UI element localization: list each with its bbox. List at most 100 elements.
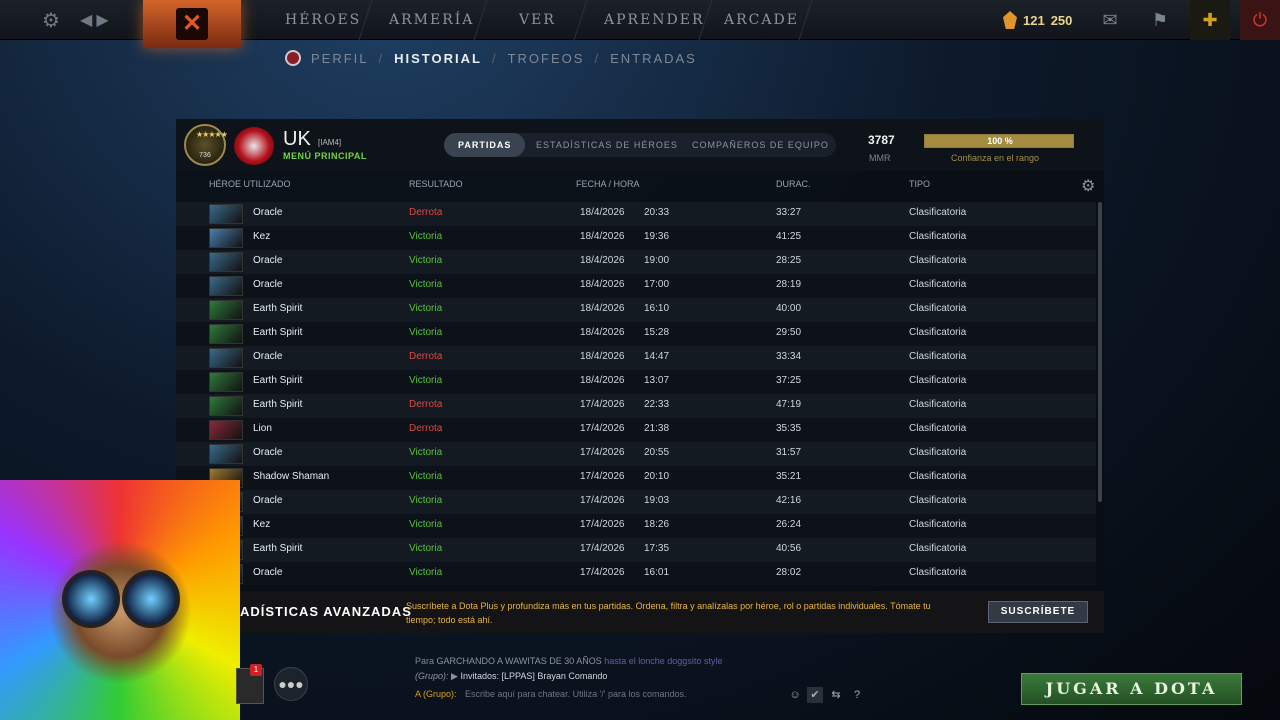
- mail-icon[interactable]: ✉: [1090, 0, 1130, 40]
- match-time: 20:33: [644, 207, 670, 218]
- match-row[interactable]: Earth Spirit Victoria 18/4/2026 13:07 37:25 C…: [176, 370, 1096, 394]
- match-row[interactable]: Oracle Derrota 18/4/2026 14:47 33:34 Clasific…: [176, 346, 1096, 370]
- match-row[interactable]: Oracle Victoria 17/4/2026 19:03 42:16 Clasifi…: [176, 490, 1096, 514]
- match-duration: 40:00: [776, 303, 802, 314]
- match-row[interactable]: Kez Victoria 18/4/2026 19:36 41:25 Clasificat…: [176, 226, 1096, 250]
- forward-arrow-icon[interactable]: ▶: [96, 12, 112, 29]
- chat-input-placeholder[interactable]: Escribe aquí para chatear. Utiliza '/' p…: [465, 689, 687, 699]
- team-logo[interactable]: [234, 127, 274, 165]
- match-row[interactable]: Earth Spirit Derrota 17/4/2026 22:33 47:19 Cl…: [176, 394, 1096, 418]
- confidence-text: 100 %: [987, 136, 1013, 146]
- tab-matches[interactable]: PARTIDAS: [444, 133, 526, 157]
- nav-heroes[interactable]: HÉROES: [285, 0, 361, 40]
- match-time: 15:28: [644, 327, 670, 338]
- match-duration: 47:19: [776, 399, 802, 410]
- match-row[interactable]: Earth Spirit Victoria 18/4/2026 16:10 40:00 C…: [176, 298, 1096, 322]
- armory-icon[interactable]: ⚑: [1140, 0, 1180, 40]
- match-duration: 35:35: [776, 423, 802, 434]
- col-type[interactable]: TIPO: [909, 179, 930, 189]
- match-duration: 33:34: [776, 351, 802, 362]
- match-date: 18/4/2026: [580, 207, 625, 218]
- match-time: 20:55: [644, 447, 670, 458]
- match-result: Victoria: [409, 255, 443, 266]
- hero-name: Earth Spirit: [253, 327, 303, 338]
- match-duration: 33:27: [776, 207, 802, 218]
- match-row[interactable]: Lion Derrota 17/4/2026 21:38 35:35 Clasificat…: [176, 418, 1096, 442]
- nav-watch[interactable]: VER: [519, 0, 556, 40]
- tab-teammates[interactable]: COMPAÑEROS DE EQUIPO: [692, 133, 829, 157]
- match-duration: 28:25: [776, 255, 802, 266]
- match-row[interactable]: Oracle Derrota 18/4/2026 20:33 33:27 Clasific…: [176, 202, 1096, 226]
- chat-whisper-target[interactable]: GARCHANDO A WAWITAS DE 30 AÑOS: [437, 656, 602, 666]
- match-time: 20:10: [644, 471, 670, 482]
- match-date: 18/4/2026: [580, 279, 625, 290]
- settings-gear-icon[interactable]: ⚙: [40, 10, 62, 32]
- points-count: 250: [1050, 12, 1073, 28]
- nav-learn[interactable]: APRENDER: [604, 0, 705, 40]
- match-result: Victoria: [409, 279, 443, 290]
- match-row[interactable]: Shadow Shaman Victoria 17/4/2026 20:10 35:21…: [176, 466, 1096, 490]
- check-icon[interactable]: ✔: [807, 687, 823, 703]
- tab-hero-stats[interactable]: ESTADÍSTICAS DE HÉROES: [536, 133, 678, 157]
- subnav-profile[interactable]: PERFIL: [311, 51, 369, 66]
- chat-input-prefix: A (Grupo):: [415, 689, 457, 699]
- nav-arrows[interactable]: ◀▶: [80, 10, 113, 30]
- match-date: 17/4/2026: [580, 447, 625, 458]
- chat-group-prefix: (Grupo):: [415, 671, 449, 681]
- match-time: 14:47: [644, 351, 670, 362]
- nav-divider: [798, 0, 813, 40]
- match-type: Clasificatoria: [909, 519, 967, 530]
- match-row[interactable]: Earth Spirit Victoria 17/4/2026 17:35 40:56 C…: [176, 538, 1096, 562]
- shards-count: 121: [1023, 12, 1045, 28]
- match-type: Clasificatoria: [909, 255, 967, 266]
- party-group-icon[interactable]: ●●●: [274, 667, 308, 701]
- match-row[interactable]: Oracle Victoria 18/4/2026 17:00 28:19 Clasifi…: [176, 274, 1096, 298]
- match-row[interactable]: Earth Spirit Victoria 18/4/2026 15:28 29:50 C…: [176, 322, 1096, 346]
- subnav-separator: /: [491, 50, 498, 66]
- subnav-entries[interactable]: ENTRADAS: [610, 51, 697, 66]
- match-list-scrollbar[interactable]: [1098, 202, 1102, 502]
- match-result: Victoria: [409, 375, 443, 386]
- match-row[interactable]: Oracle Victoria 18/4/2026 19:00 28:25 Clasifi…: [176, 250, 1096, 274]
- match-row[interactable]: Oracle Victoria 17/4/2026 20:55 31:57 Clasifi…: [176, 442, 1096, 466]
- nav-armory[interactable]: ARMERÍA: [389, 0, 474, 40]
- col-date[interactable]: FECHA / HORA: [576, 179, 640, 189]
- dota-plus-icon[interactable]: ✚: [1190, 0, 1230, 40]
- main-menu-label[interactable]: MENÚ PRINCIPAL: [283, 151, 367, 161]
- match-duration: 29:50: [776, 327, 802, 338]
- match-result: Victoria: [409, 447, 443, 458]
- subnav-trophies[interactable]: TROFEOS: [508, 51, 585, 66]
- power-icon[interactable]: ⏻: [1240, 0, 1280, 40]
- match-type: Clasificatoria: [909, 279, 967, 290]
- subnav-history[interactable]: HISTORIAL: [394, 51, 482, 66]
- col-hero[interactable]: HÉROE UTILIZADO: [209, 179, 291, 189]
- match-type: Clasificatoria: [909, 303, 967, 314]
- emoji-icon[interactable]: ☺: [787, 687, 803, 703]
- player-tag: [IAM4]: [318, 138, 342, 147]
- match-date: 17/4/2026: [580, 543, 625, 554]
- match-type: Clasificatoria: [909, 495, 967, 506]
- rank-stars: ★★★★★: [196, 130, 228, 139]
- promo-text: Suscríbete a Dota Plus y profundiza más …: [406, 601, 931, 625]
- match-type: Clasificatoria: [909, 423, 967, 434]
- subscribe-button[interactable]: SUSCRÍBETE: [988, 601, 1088, 623]
- back-arrow-icon[interactable]: ◀: [80, 12, 96, 29]
- play-dota-button[interactable]: JUGAR A DOTA: [1021, 673, 1242, 705]
- match-date: 18/4/2026: [580, 255, 625, 266]
- match-row[interactable]: Kez Victoria 17/4/2026 18:26 26:24 Clasificat…: [176, 514, 1096, 538]
- profile-crest-icon: [285, 50, 301, 66]
- match-result: Victoria: [409, 231, 443, 242]
- match-row[interactable]: Oracle Victoria 17/4/2026 16:01 28:02 Clasifi…: [176, 562, 1096, 586]
- col-result[interactable]: RESULTADO: [409, 179, 463, 189]
- nav-arcade[interactable]: ARCADE: [724, 0, 799, 40]
- match-result: Victoria: [409, 471, 443, 482]
- dota-home-button[interactable]: ✕: [143, 0, 241, 48]
- chat-wheel-icon[interactable]: ⇆: [828, 687, 844, 703]
- match-duration: 37:25: [776, 375, 802, 386]
- col-duration[interactable]: DURAC.: [776, 179, 811, 189]
- match-duration: 41:25: [776, 231, 802, 242]
- help-icon[interactable]: ?: [849, 687, 865, 703]
- table-header: HÉROE UTILIZADO RESULTADO FECHA / HORA D…: [176, 176, 1104, 196]
- table-settings-icon[interactable]: ⚙: [1081, 176, 1095, 196]
- currency-display[interactable]: 121 250: [1003, 8, 1072, 32]
